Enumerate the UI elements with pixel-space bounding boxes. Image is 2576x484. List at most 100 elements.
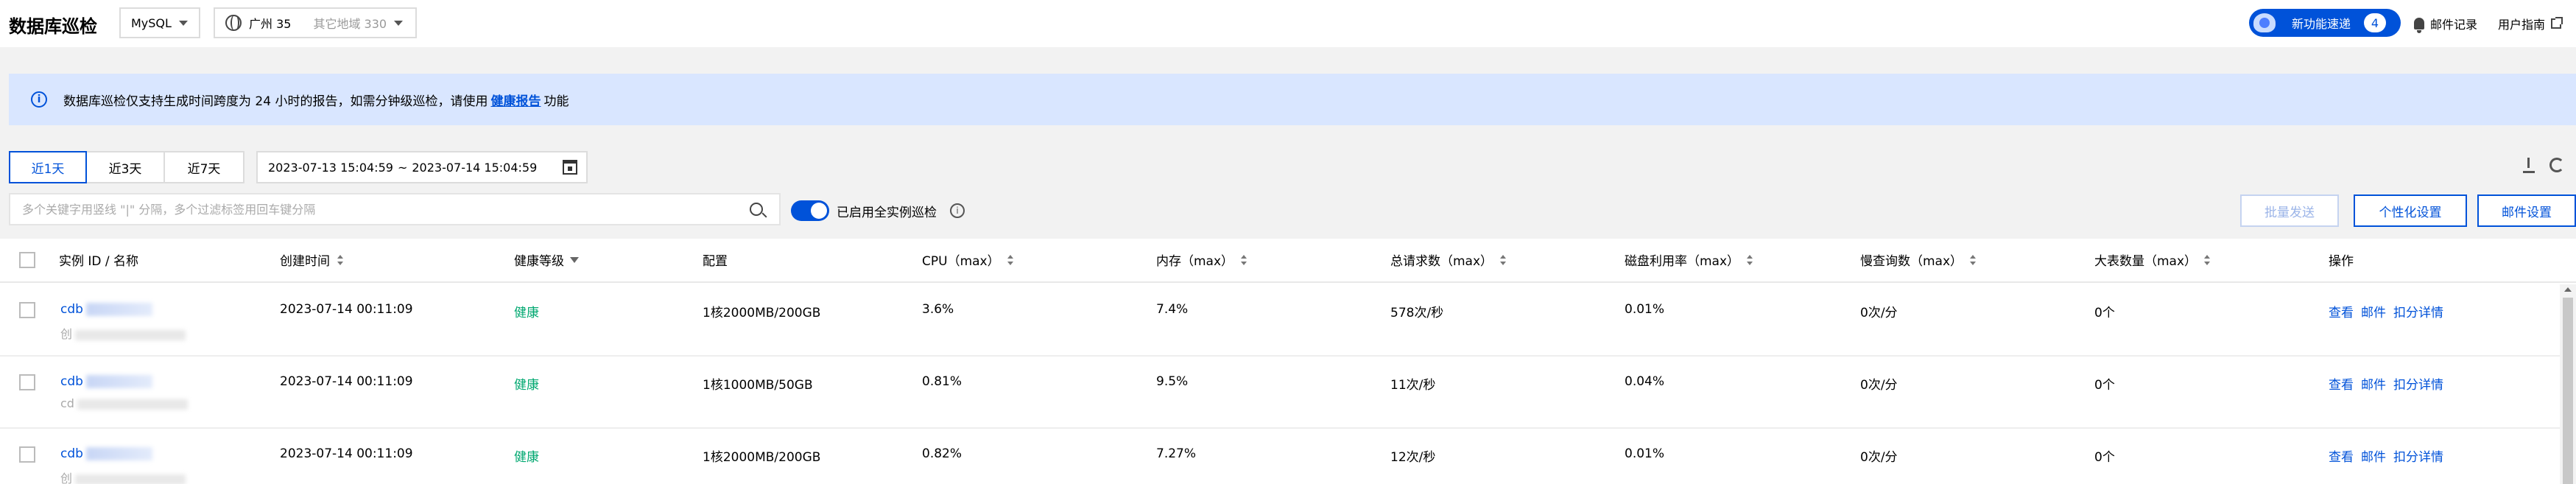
help-icon[interactable]: i xyxy=(950,203,965,218)
user-guide-link[interactable]: 用户指南 xyxy=(2498,15,2563,32)
download-icon[interactable] xyxy=(2522,158,2536,174)
requests-value: 11次/秒 xyxy=(1390,378,1436,393)
user-guide-label: 用户指南 xyxy=(2498,18,2546,32)
col-actions: 操作 xyxy=(2329,254,2354,269)
col-created-time[interactable]: 创建时间 xyxy=(280,250,343,269)
row-checkbox[interactable] xyxy=(19,374,35,390)
select-all-checkbox[interactable] xyxy=(19,252,35,268)
deduction-details-action[interactable]: 扣分详情 xyxy=(2393,450,2443,465)
col-requests[interactable]: 总请求数（max） xyxy=(1390,250,1507,269)
view-action[interactable]: 查看 xyxy=(2329,450,2354,465)
memory-value: 9.5% xyxy=(1156,374,1189,389)
col-disk-usage[interactable]: 磁盘利用率（max） xyxy=(1625,250,1753,269)
new-features-button[interactable]: 新功能速递 4 xyxy=(2249,9,2401,37)
personalize-settings-button[interactable]: 个性化设置 xyxy=(2354,194,2467,227)
banner-text: 数据库巡检仅支持生成时间跨度为 24 小时的报告，如需分钟级巡检，请使用 xyxy=(63,94,488,109)
range-1-day-button[interactable]: 近1天 xyxy=(9,151,87,183)
sort-icon xyxy=(1747,254,1753,265)
table-row: cdb cd 2023-07-14 00:11:09 健康 1核1000MB/5… xyxy=(0,357,2560,429)
new-features-count-badge: 4 xyxy=(2364,13,2387,32)
mail-records-label: 邮件记录 xyxy=(2430,18,2478,32)
slow-queries-value: 0次/分 xyxy=(1860,378,1898,393)
sort-icon xyxy=(1007,254,1013,265)
range-3-days-button[interactable]: 近3天 xyxy=(85,151,165,183)
search-box[interactable] xyxy=(9,193,781,225)
scrollbar-thumb[interactable] xyxy=(2563,298,2573,484)
created-time: 2023-07-14 00:11:09 xyxy=(280,374,413,389)
rocket-icon xyxy=(2249,9,2281,37)
row-checkbox[interactable] xyxy=(19,302,35,318)
disk-value: 0.01% xyxy=(1625,446,1665,461)
page-title: 数据库巡检 xyxy=(9,16,97,37)
slow-queries-value: 0次/分 xyxy=(1860,306,1898,320)
slow-queries-value: 0次/分 xyxy=(1860,450,1898,465)
date-range-picker[interactable]: 2023-07-13 15:04:59 ~ 2023-07-14 15:04:5… xyxy=(256,151,588,183)
region-select[interactable]: 广州 35 其它地域 330 xyxy=(214,7,417,38)
top-header: 数据库巡检 MySQL 广州 35 其它地域 330 新功能速递 4 邮件记录 … xyxy=(0,0,2576,47)
sort-icon xyxy=(1241,254,1247,265)
date-start: 2023-07-13 15:04:59 xyxy=(268,160,393,175)
col-instance-id: 实例 ID / 名称 xyxy=(59,254,139,269)
bell-icon xyxy=(2414,18,2424,33)
range-7-days-button[interactable]: 近7天 xyxy=(163,151,244,183)
sort-icon xyxy=(1500,254,1507,265)
mail-action[interactable]: 邮件 xyxy=(2361,378,2386,393)
row-checkbox[interactable] xyxy=(19,446,35,463)
requests-value: 578次/秒 xyxy=(1390,306,1444,320)
region-value: 广州 35 xyxy=(249,17,292,31)
big-tables-value: 0个 xyxy=(2094,378,2115,393)
instance-name: cd xyxy=(60,396,188,410)
mail-action[interactable]: 邮件 xyxy=(2361,306,2386,320)
info-icon: i xyxy=(31,91,47,108)
chevron-down-icon xyxy=(178,20,188,26)
instance-name: 创 xyxy=(60,324,186,342)
config: 1核2000MB/200GB xyxy=(703,306,821,320)
mail-action[interactable]: 邮件 xyxy=(2361,450,2386,465)
new-features-label: 新功能速递 xyxy=(2292,17,2351,31)
mail-settings-button[interactable]: 邮件设置 xyxy=(2477,194,2576,227)
health-report-link[interactable]: 健康报告 xyxy=(490,91,541,109)
created-time: 2023-07-14 00:11:09 xyxy=(280,446,413,461)
view-action[interactable]: 查看 xyxy=(2329,378,2354,393)
config: 1核1000MB/50GB xyxy=(703,378,813,393)
deduction-details-action[interactable]: 扣分详情 xyxy=(2393,306,2443,320)
cpu-value: 0.81% xyxy=(922,374,963,389)
search-icon[interactable] xyxy=(750,203,763,216)
scroll-up-arrow-icon[interactable] xyxy=(2564,287,2572,292)
full-instance-inspection-toggle[interactable] xyxy=(791,200,829,221)
globe-icon xyxy=(225,15,242,31)
search-input[interactable] xyxy=(22,202,729,217)
deduction-details-action[interactable]: 扣分详情 xyxy=(2393,378,2443,393)
table-row: cdb 创 2023-07-14 00:11:09 健康 1核2000MB/20… xyxy=(0,284,2560,357)
chevron-down-icon xyxy=(394,20,404,26)
row-actions: 查看 邮件 扣分详情 xyxy=(2329,374,2451,393)
batch-send-button[interactable]: 批量发送 xyxy=(2240,194,2339,227)
disk-value: 0.04% xyxy=(1625,374,1665,389)
config: 1核2000MB/200GB xyxy=(703,450,821,465)
calendar-icon[interactable] xyxy=(563,160,577,175)
row-actions: 查看 邮件 扣分详情 xyxy=(2329,446,2451,465)
date-separator: ~ xyxy=(397,160,408,175)
table-header: 实例 ID / 名称 创建时间 健康等级 配置 CPU（max） 内存（max）… xyxy=(0,239,2576,283)
col-memory[interactable]: 内存（max） xyxy=(1156,250,1247,269)
db-type-select[interactable]: MySQL xyxy=(119,7,200,38)
table-row: cdb 创 2023-07-14 00:11:09 健康 1核2000MB/20… xyxy=(0,429,2560,484)
col-big-tables[interactable]: 大表数量（max） xyxy=(2094,250,2211,269)
instance-id-link[interactable]: cdb xyxy=(60,302,152,317)
filter-icon xyxy=(570,256,579,263)
col-cpu[interactable]: CPU（max） xyxy=(922,250,1013,269)
banner-text-after: 功能 xyxy=(543,94,569,109)
big-tables-value: 0个 xyxy=(2094,450,2115,465)
view-action[interactable]: 查看 xyxy=(2329,306,2354,320)
db-type-value: MySQL xyxy=(131,15,172,30)
table-scrollbar[interactable] xyxy=(2560,284,2576,484)
instance-id-link[interactable]: cdb xyxy=(60,446,152,461)
instance-id-link[interactable]: cdb xyxy=(60,374,152,389)
refresh-icon[interactable] xyxy=(2549,158,2564,172)
col-slow-queries[interactable]: 慢查询数（max） xyxy=(1860,250,1977,269)
mail-records-link[interactable]: 邮件记录 xyxy=(2414,15,2478,33)
col-health-level[interactable]: 健康等级 xyxy=(514,250,579,269)
sort-icon xyxy=(337,254,343,265)
info-banner: i 数据库巡检仅支持生成时间跨度为 24 小时的报告，如需分钟级巡检，请使用 健… xyxy=(9,74,2576,125)
cpu-value: 3.6% xyxy=(922,302,954,317)
